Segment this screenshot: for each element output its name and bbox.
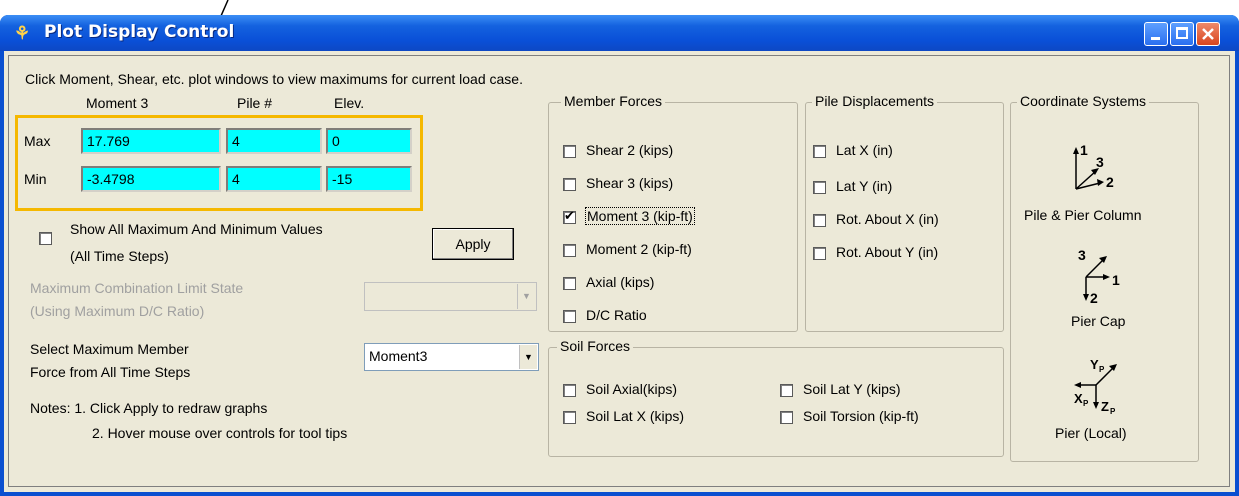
axis-label-2: 2 xyxy=(1090,290,1098,305)
limit-state-label-1: Maximum Combination Limit State xyxy=(30,280,244,296)
window-title: Plot Display Control xyxy=(44,22,235,42)
apply-label: Apply xyxy=(455,236,491,252)
notes-line-2: 2. Hover mouse over controls for tool ti… xyxy=(92,425,348,441)
max-elev-field[interactable]: 0 xyxy=(326,128,412,154)
axis-label-zp: Z xyxy=(1101,399,1109,414)
pier-local-caption: Pier (Local) xyxy=(1055,425,1127,441)
show-all-label-1: Show All Maximum And Minimum Values xyxy=(70,221,323,237)
axis-label-1: 1 xyxy=(1080,142,1088,158)
close-button[interactable] xyxy=(1196,22,1220,46)
axis-sub-p: P xyxy=(1110,407,1116,416)
axis-label-2: 2 xyxy=(1106,174,1114,190)
axis-label-1: 1 xyxy=(1112,272,1120,288)
max-force-select[interactable]: Moment3 ▼ xyxy=(364,343,539,371)
soil-forces-checkbox-0[interactable] xyxy=(563,384,576,397)
app-icon: ⚘ xyxy=(14,23,31,43)
member-forces-label-5[interactable]: D/C Ratio xyxy=(586,307,647,323)
member-forces-label-4[interactable]: Axial (kips) xyxy=(586,274,654,290)
pile-displacements-checkbox-3[interactable] xyxy=(813,247,826,260)
pile-displacements-checkbox-1[interactable] xyxy=(813,181,826,194)
axis-sub-p: P xyxy=(1083,399,1089,408)
pile-pier-caption: Pile & Pier Column xyxy=(1024,207,1142,223)
member-forces-label-1[interactable]: Shear 3 (kips) xyxy=(586,175,673,191)
pile-displacements-label-3[interactable]: Rot. About Y (in) xyxy=(836,244,938,260)
notes-line-1: Notes: 1. Click Apply to redraw graphs xyxy=(30,400,268,416)
limit-state-select[interactable]: ▼ xyxy=(364,282,537,311)
select-max-label-2: Force from All Time Steps xyxy=(30,364,191,380)
show-all-checkbox[interactable] xyxy=(39,232,52,245)
member-forces-checkbox-5[interactable] xyxy=(563,310,576,323)
soil-forces-label: Soil Forces xyxy=(557,338,634,354)
pile-pier-axes-icon: 1 3 2 xyxy=(1073,142,1114,190)
pile-displacements-label-1[interactable]: Lat Y (in) xyxy=(836,178,892,194)
header-moment: Moment 3 xyxy=(86,95,149,111)
instructions-text: Click Moment, Shear, etc. plot windows t… xyxy=(25,71,523,87)
axis-label-3: 3 xyxy=(1078,247,1086,263)
pile-displacements-label-0[interactable]: Lat X (in) xyxy=(836,142,893,158)
pier-cap-caption: Pier Cap xyxy=(1071,313,1126,329)
axis-label-xp: X xyxy=(1074,391,1083,406)
plot-display-control-window: ⚘ Plot Display Control Click Moment, She… xyxy=(0,15,1239,496)
member-forces-label-2[interactable]: Moment 3 (kip-ft) xyxy=(585,207,695,225)
soil-forces-label-0[interactable]: Soil Axial(kips) xyxy=(586,381,677,397)
chevron-down-icon: ▼ xyxy=(519,345,537,369)
min-label: Min xyxy=(24,171,47,187)
member-forces-checkbox-2[interactable] xyxy=(563,208,576,224)
soil-forces-checkbox-3[interactable] xyxy=(780,411,793,424)
soil-forces-checkbox-1[interactable] xyxy=(563,411,576,424)
close-icon xyxy=(1202,28,1214,40)
min-pile-field[interactable]: 4 xyxy=(226,166,322,192)
max-force-select-value: Moment3 xyxy=(369,348,428,364)
soil-forces-checkbox-2[interactable] xyxy=(780,384,793,397)
axis-sub-p: P xyxy=(1099,365,1105,374)
header-elev: Elev. xyxy=(334,95,365,111)
pier-cap-axes-icon: 3 1 2 xyxy=(1078,247,1120,305)
client-area: Click Moment, Shear, etc. plot windows t… xyxy=(4,51,1235,492)
header-pile: Pile # xyxy=(237,95,273,111)
chevron-down-icon: ▼ xyxy=(517,284,535,309)
max-pile-field[interactable]: 4 xyxy=(226,128,322,154)
member-forces-checkbox-0[interactable] xyxy=(563,145,576,158)
title-bar[interactable]: ⚘ Plot Display Control xyxy=(0,15,1239,51)
axis-label-3: 3 xyxy=(1096,154,1104,170)
axis-label-yp: Y xyxy=(1090,357,1099,372)
pile-displacements-label-2[interactable]: Rot. About X (in) xyxy=(836,211,939,227)
show-all-label-2: (All Time Steps) xyxy=(70,248,169,264)
member-forces-label-0[interactable]: Shear 2 (kips) xyxy=(586,142,673,158)
pile-displacements-label: Pile Displacements xyxy=(812,93,938,109)
pier-local-axes-icon: Y P X P Z P xyxy=(1074,357,1117,416)
min-force-field[interactable]: -3.4798 xyxy=(81,166,221,192)
max-force-field[interactable]: 17.769 xyxy=(81,128,221,154)
soil-forces-label-3[interactable]: Soil Torsion (kip-ft) xyxy=(803,408,919,424)
apply-button[interactable]: Apply xyxy=(432,228,514,260)
maximize-icon xyxy=(1176,27,1188,39)
select-max-label-1: Select Maximum Member xyxy=(30,341,189,357)
pile-displacements-checkbox-2[interactable] xyxy=(813,214,826,227)
limit-state-label-2: (Using Maximum D/C Ratio) xyxy=(30,303,205,319)
member-forces-checkbox-1[interactable] xyxy=(563,178,576,191)
member-forces-label-3[interactable]: Moment 2 (kip-ft) xyxy=(586,241,692,257)
pile-displacements-checkbox-0[interactable] xyxy=(813,145,826,158)
soil-forces-label-2[interactable]: Soil Lat Y (kips) xyxy=(803,381,901,397)
soil-forces-label-1[interactable]: Soil Lat X (kips) xyxy=(586,408,684,424)
minimize-button[interactable] xyxy=(1144,22,1168,46)
soil-forces-group xyxy=(548,347,1004,457)
member-forces-checkbox-3[interactable] xyxy=(563,244,576,257)
member-forces-label: Member Forces xyxy=(561,93,666,109)
member-forces-checkbox-4[interactable] xyxy=(563,277,576,290)
min-elev-field[interactable]: -15 xyxy=(326,166,412,192)
minimize-icon xyxy=(1151,37,1160,40)
maximize-button[interactable] xyxy=(1170,22,1194,46)
max-label: Max xyxy=(24,133,51,149)
coordinate-systems-label: Coordinate Systems xyxy=(1017,93,1150,109)
